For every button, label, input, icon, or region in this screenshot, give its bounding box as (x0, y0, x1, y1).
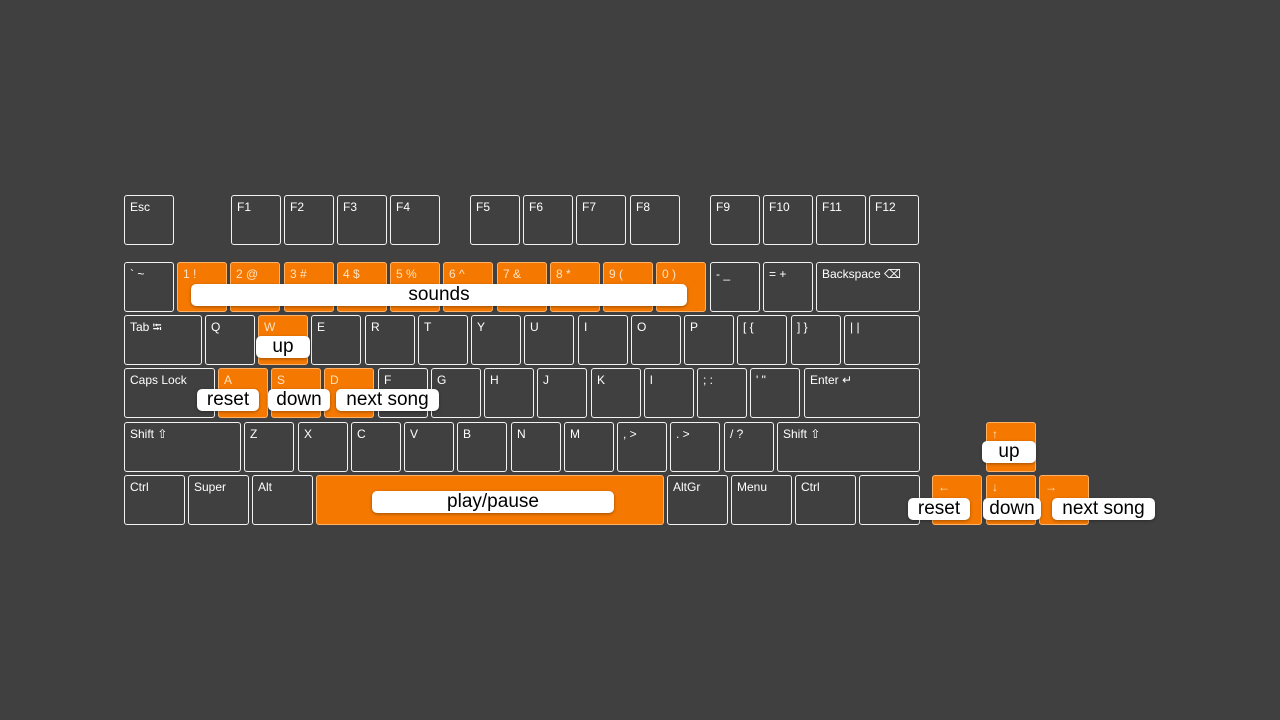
key-z: Z (244, 422, 294, 472)
key-backtick: ` ~ (124, 262, 174, 312)
key-rbracket: ] } (791, 315, 841, 365)
label-arrow-down-label: down (983, 498, 1041, 520)
key-comma: , > (617, 422, 667, 472)
key-y: Y (471, 315, 521, 365)
key-f2: F2 (284, 195, 334, 245)
key-f1: F1 (231, 195, 281, 245)
key-p: P (684, 315, 734, 365)
key-backspace: Backspace ⌫ (816, 262, 920, 312)
key-f7: F7 (576, 195, 626, 245)
key-m: M (564, 422, 614, 472)
key-b: B (457, 422, 507, 472)
key-f11: F11 (816, 195, 866, 245)
key-enter: Enter ↵ (804, 368, 920, 418)
key-o: O (631, 315, 681, 365)
key-quote: ' " (750, 368, 800, 418)
key-v: V (404, 422, 454, 472)
key-lbracket: [ { (737, 315, 787, 365)
key-f5: F5 (470, 195, 520, 245)
keyboard-diagram: Esc F1 F2 F3 F4 F5 F6 F7 F8 F9 F10 F11 F12 ` ~1 ! 2 @3… (0, 0, 1280, 720)
key-altgr: AltGr (667, 475, 728, 525)
key-f4: F4 (390, 195, 440, 245)
label-sounds: sounds (191, 284, 687, 306)
key-f3: F3 (337, 195, 387, 245)
key-x: X (298, 422, 348, 472)
key-q: Q (205, 315, 255, 365)
key-h: H (484, 368, 534, 418)
label-d-next: next song (336, 389, 439, 411)
label-s-down: down (268, 389, 330, 411)
label-arrow-left-reset: reset (908, 498, 970, 520)
key-n: N (511, 422, 561, 472)
key-j: J (537, 368, 587, 418)
key-slash: / ? (724, 422, 774, 472)
key-i: I (578, 315, 628, 365)
key-e: E (311, 315, 361, 365)
key-esc: Esc (124, 195, 174, 245)
key-backslash: | | (844, 315, 920, 365)
key-semicolon: ; : (697, 368, 747, 418)
key-minus: - _ (710, 262, 760, 312)
key-c: C (351, 422, 401, 472)
key-period: . > (670, 422, 720, 472)
key-t: T (418, 315, 468, 365)
key-tab: Tab ⭾ (124, 315, 202, 365)
key-menu: Menu (731, 475, 792, 525)
key-r: R (365, 315, 415, 365)
key-rctrl: Ctrl (795, 475, 856, 525)
key-k: K (591, 368, 641, 418)
label-a-reset: reset (197, 389, 259, 411)
key-f6: F6 (523, 195, 573, 245)
label-w-up: up (256, 336, 310, 358)
key-lctrl: Ctrl (124, 475, 185, 525)
key-super: Super (188, 475, 249, 525)
key-equals: = + (763, 262, 813, 312)
label-arrow-up-label: up (982, 441, 1036, 463)
key-lshift: Shift ⇧ (124, 422, 241, 472)
label-arrow-right-next: next song (1052, 498, 1155, 520)
label-space-play: play/pause (372, 491, 614, 513)
key-f12: F12 (869, 195, 919, 245)
key-f8: F8 (630, 195, 680, 245)
key-f9: F9 (710, 195, 760, 245)
key-l: l (644, 368, 694, 418)
key-u: U (524, 315, 574, 365)
key-f10: F10 (763, 195, 813, 245)
key-alt: Alt (252, 475, 313, 525)
key-rshift: Shift ⇧ (777, 422, 920, 472)
